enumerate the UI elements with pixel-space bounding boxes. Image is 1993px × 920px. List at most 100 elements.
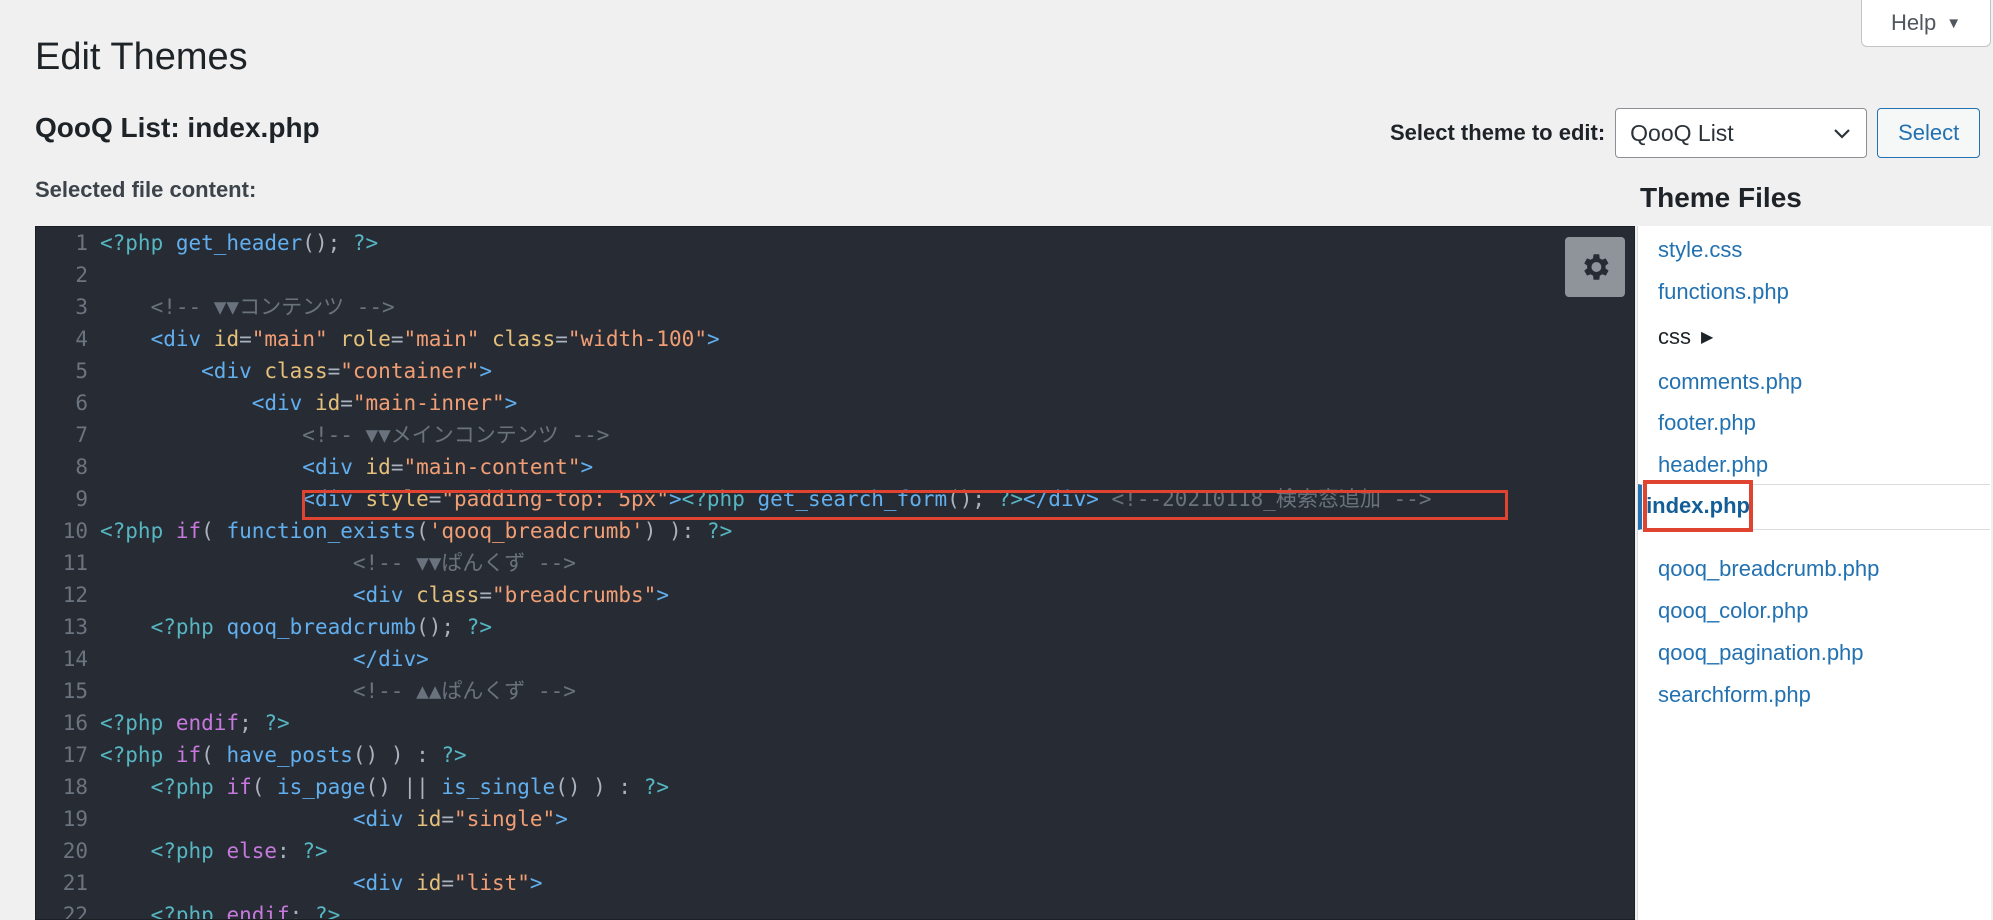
code-line: 5 <div class="container"> bbox=[36, 355, 492, 387]
code-token: ?> bbox=[264, 711, 290, 735]
code-token: get_header bbox=[175, 231, 303, 255]
file-link-qooq-pagination-php[interactable]: qooq_pagination.php bbox=[1658, 640, 1864, 666]
code-token: > bbox=[504, 391, 518, 415]
file-link-style-css[interactable]: style.css bbox=[1658, 237, 1742, 263]
code-token: ( bbox=[201, 519, 227, 543]
line-number: 21 bbox=[62, 871, 88, 895]
code-token: 'qooq_breadcrumb' bbox=[428, 519, 644, 543]
line-number: 3 bbox=[75, 295, 88, 319]
line-number: 11 bbox=[62, 551, 88, 575]
code-token: ?> bbox=[302, 839, 328, 863]
code-token: ?> bbox=[352, 231, 379, 255]
code-token: ?> bbox=[466, 615, 492, 639]
line-number: 22 bbox=[62, 903, 88, 920]
file-link-searchform-php[interactable]: searchform.php bbox=[1658, 682, 1811, 708]
line-number: 18 bbox=[62, 775, 88, 799]
select-theme-button[interactable]: Select bbox=[1877, 108, 1981, 158]
code-token: id bbox=[416, 807, 442, 831]
code-editor[interactable]: 1 <?php get_header(); ?> 2 3 <!-- ▼▼コンテンツ -… bbox=[35, 226, 1635, 920]
code-token: = bbox=[390, 455, 404, 479]
code-token: <?php bbox=[100, 743, 176, 767]
file-link-qooq-breadcrumb-php[interactable]: qooq_breadcrumb.php bbox=[1658, 556, 1879, 582]
code-token: <?php bbox=[150, 615, 227, 639]
code-token: ; bbox=[239, 711, 265, 735]
code-token: <div bbox=[201, 359, 265, 383]
line-number: 17 bbox=[62, 743, 88, 767]
code-token: "container" bbox=[340, 359, 480, 383]
line-number: 1 bbox=[75, 231, 88, 255]
code-text: <!-- ▼▼ぱんくず --> bbox=[100, 547, 576, 579]
code-token: (); bbox=[302, 231, 353, 255]
code-token: = bbox=[340, 391, 353, 415]
code-text: </div> bbox=[100, 643, 429, 675]
code-token: = bbox=[479, 583, 492, 607]
code-text: <?php if( is_page() || is_single() ) : ?… bbox=[100, 771, 669, 803]
line-number: 10 bbox=[62, 519, 88, 543]
gear-icon bbox=[1584, 254, 1609, 280]
code-token: <div bbox=[352, 807, 417, 831]
line-number: 16 bbox=[62, 711, 88, 735]
code-line: 2 bbox=[36, 259, 100, 291]
code-line: 22 <?php endif; ?> bbox=[36, 899, 341, 920]
code-token: <?php bbox=[100, 711, 176, 735]
line-number: 2 bbox=[75, 263, 88, 287]
code-text: <!-- ▼▼コンテンツ --> bbox=[100, 291, 395, 323]
theme-select-form: Select theme to edit: QooQ List Select bbox=[1390, 108, 1981, 158]
code-token: <div bbox=[352, 583, 417, 607]
code-token: () ) : bbox=[352, 743, 442, 767]
theme-files-title: Theme Files bbox=[1640, 182, 1802, 213]
code-token: have_posts bbox=[226, 743, 353, 767]
file-link-footer-php[interactable]: footer.php bbox=[1658, 410, 1756, 436]
code-line: 6 <div id="main-inner"> bbox=[36, 387, 517, 419]
code-line: 18 <?php if( is_page() || is_single() ) … bbox=[36, 771, 669, 803]
code-token: <?php bbox=[100, 231, 176, 255]
code-text: <div id="main" role="main" class="width-… bbox=[100, 323, 720, 355]
code-line: 12 <div class="breadcrumbs"> bbox=[36, 579, 669, 611]
code-token: if bbox=[226, 775, 252, 799]
code-token: = bbox=[390, 327, 404, 351]
code-token: = bbox=[327, 359, 341, 383]
code-line: 14 </div> bbox=[36, 643, 429, 675]
file-link-comments-php[interactable]: comments.php bbox=[1658, 369, 1802, 395]
code-token: "main-inner" bbox=[352, 391, 505, 415]
code-token: id bbox=[314, 391, 341, 415]
code-text: <div id="main-content"> bbox=[100, 451, 593, 483]
file-link-index-php[interactable]: index.php bbox=[1643, 480, 1753, 532]
code-token: <div bbox=[150, 327, 214, 351]
code-token: "width-100" bbox=[567, 327, 707, 351]
theme-select-dropdown[interactable]: QooQ List bbox=[1615, 108, 1868, 158]
page-title: Edit Themes bbox=[35, 36, 248, 78]
code-token: ( bbox=[251, 775, 278, 799]
line-number: 8 bbox=[75, 455, 88, 479]
code-token: <div bbox=[251, 391, 315, 415]
line-number: 4 bbox=[75, 327, 88, 351]
chevron-down-icon bbox=[1834, 129, 1850, 139]
code-text: <?php endif; ?> bbox=[100, 899, 341, 919]
code-token: ( bbox=[201, 743, 227, 767]
file-link-qooq-color-php[interactable]: qooq_color.php bbox=[1658, 598, 1808, 624]
code-token: class bbox=[492, 327, 556, 351]
file-link-functions-php[interactable]: functions.php bbox=[1658, 279, 1789, 305]
code-text: <div id="list"> bbox=[100, 867, 543, 899]
file-link-header-php[interactable]: header.php bbox=[1658, 452, 1768, 478]
code-token: if bbox=[175, 743, 202, 767]
folder-css[interactable]: css ▶ bbox=[1658, 324, 1713, 350]
line-number: 5 bbox=[75, 359, 88, 383]
file-heading: QooQ List: index.php bbox=[35, 112, 320, 143]
editor-settings-button[interactable] bbox=[1565, 237, 1625, 297]
code-token: <?php bbox=[150, 839, 227, 863]
caret-right-icon: ▶ bbox=[1701, 329, 1714, 346]
code-token: ( bbox=[416, 519, 429, 543]
help-button[interactable]: Help ▼ bbox=[1861, 0, 1991, 47]
